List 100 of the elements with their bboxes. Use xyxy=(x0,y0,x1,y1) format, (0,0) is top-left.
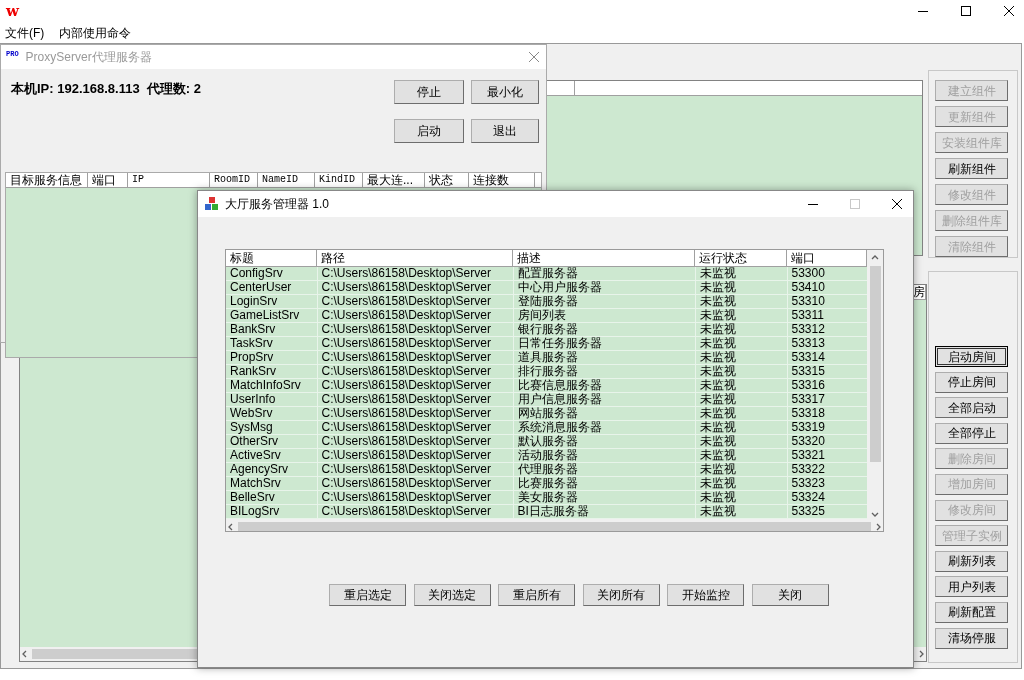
room-button[interactable]: 全部停止 xyxy=(935,422,1008,444)
table-cell: MatchInfoSrv xyxy=(226,378,317,393)
table-cell: 用户信息服务器 xyxy=(513,392,695,407)
close-icon[interactable] xyxy=(1003,5,1015,17)
cubes-icon xyxy=(205,197,219,211)
vertical-scrollbar[interactable] xyxy=(867,250,883,520)
table-cell: BILogSrv xyxy=(226,504,317,519)
room-button[interactable]: 刷新列表 xyxy=(935,550,1008,572)
table-cell: 未监视 xyxy=(695,504,787,519)
table-cell: 登陆服务器 xyxy=(513,294,695,309)
table-cell: 未监视 xyxy=(695,336,787,351)
table-cell: C:\Users\86158\Desktop\Server xyxy=(317,462,513,477)
column-header[interactable]: 状态 xyxy=(425,173,469,187)
table-cell: 未监视 xyxy=(695,308,787,323)
dialog-button[interactable]: 关闭所有 xyxy=(582,584,660,606)
table-cell: 未监视 xyxy=(695,267,787,281)
table-cell: C:\Users\86158\Desktop\Server xyxy=(317,350,513,365)
table-cell: 未监视 xyxy=(695,434,787,449)
table-cell: 活动服务器 xyxy=(513,448,695,463)
table-cell: C:\Users\86158\Desktop\Server xyxy=(317,364,513,379)
window-title: 大厅服务管理器 1.0 xyxy=(225,196,330,213)
table-cell: C:\Users\86158\Desktop\Server xyxy=(317,294,513,309)
table-cell: 配置服务器 xyxy=(513,267,695,281)
column-header[interactable]: 连接数 xyxy=(469,173,535,187)
table-cell: UserInfo xyxy=(226,392,317,407)
table-cell: CenterUser xyxy=(226,280,317,295)
table-cell: C:\Users\86158\Desktop\Server xyxy=(317,406,513,421)
dialog-button[interactable]: 关闭选定 xyxy=(413,584,491,606)
table-cell: 未监视 xyxy=(695,406,787,421)
table-cell: C:\Users\86158\Desktop\Server xyxy=(317,420,513,435)
table-cell: C:\Users\86158\Desktop\Server xyxy=(317,322,513,337)
table-cell: LoginSrv xyxy=(226,294,317,309)
table-cell: 未监视 xyxy=(695,476,787,491)
component-button: 建立组件 xyxy=(935,80,1008,101)
table-cell: 未监视 xyxy=(695,364,787,379)
room-button[interactable]: 全部启动 xyxy=(935,397,1008,419)
table-cell: 代理服务器 xyxy=(513,462,695,477)
column-header[interactable]: 目标服务信息 xyxy=(6,173,88,187)
room-button[interactable]: 停止房间 xyxy=(935,371,1008,393)
column-header[interactable]: IP xyxy=(128,173,210,187)
column-header[interactable]: 标题 xyxy=(226,250,317,266)
room-button: 删除房间 xyxy=(935,448,1008,470)
table-cell: SysMsg xyxy=(226,420,317,435)
table-cell: TaskSrv xyxy=(226,336,317,351)
proxy-button[interactable]: 最小化 xyxy=(471,80,539,104)
component-button[interactable]: 刷新组件 xyxy=(935,158,1008,179)
column-header[interactable]: 运行状态 xyxy=(695,250,787,266)
table-cell: C:\Users\86158\Desktop\Server xyxy=(317,308,513,323)
table-cell: BankSrv xyxy=(226,322,317,337)
table-cell: C:\Users\86158\Desktop\Server xyxy=(317,280,513,295)
proxy-button[interactable]: 停止 xyxy=(394,80,464,104)
room-button: 修改房间 xyxy=(935,499,1008,521)
close-icon[interactable] xyxy=(891,198,903,210)
table-cell: MatchSrv xyxy=(226,476,317,491)
table-cell: 未监视 xyxy=(695,462,787,477)
table-cell: C:\Users\86158\Desktop\Server xyxy=(317,392,513,407)
dialog-button[interactable]: 重启所有 xyxy=(498,584,575,606)
table-cell: 比赛信息服务器 xyxy=(513,378,695,393)
table-cell: 中心用户服务器 xyxy=(513,280,695,295)
table-cell: 网站服务器 xyxy=(513,406,695,421)
table-cell: BelleSrv xyxy=(226,490,317,505)
table-cell: 未监视 xyxy=(695,350,787,365)
column-header[interactable]: 最大连... xyxy=(363,173,425,187)
dialog-button[interactable]: 关闭 xyxy=(751,584,829,606)
dialog-button[interactable]: 重启选定 xyxy=(329,584,406,606)
table-cell: BI日志服务器 xyxy=(513,504,695,519)
table-cell: C:\Users\86158\Desktop\Server xyxy=(317,504,513,519)
component-button: 更新组件 xyxy=(935,106,1008,127)
room-button[interactable]: 用户列表 xyxy=(935,576,1008,598)
column-header[interactable]: 路径 xyxy=(317,250,513,266)
menu-item[interactable]: 内部使用命令 xyxy=(59,23,132,42)
component-button: 清除组件 xyxy=(935,236,1008,257)
proxy-button[interactable]: 启动 xyxy=(394,119,464,143)
room-button[interactable]: 启动房间 xyxy=(935,346,1008,367)
table-cell: WebSrv xyxy=(226,406,317,421)
column-header[interactable]: NameID xyxy=(258,173,315,187)
table-cell: ConfigSrv xyxy=(226,267,317,281)
table-cell: C:\Users\86158\Desktop\Server xyxy=(317,378,513,393)
proxy-button[interactable]: 退出 xyxy=(471,119,539,143)
table-cell: 未监视 xyxy=(695,392,787,407)
menu-item[interactable]: 文件(F) xyxy=(5,23,45,42)
column-header[interactable]: KindID xyxy=(315,173,363,187)
table-cell: 道具服务器 xyxy=(513,350,695,365)
table-cell: ActiveSrv xyxy=(226,448,317,463)
table-cell: 未监视 xyxy=(695,448,787,463)
horizontal-scrollbar[interactable] xyxy=(226,519,883,531)
component-button: 安装组件库 xyxy=(935,132,1008,153)
table-cell: 未监视 xyxy=(695,322,787,337)
table-cell: 未监视 xyxy=(695,280,787,295)
column-header[interactable]: 描述 xyxy=(513,250,695,266)
table-cell: 比赛服务器 xyxy=(513,476,695,491)
table-cell: 默认服务器 xyxy=(513,434,695,449)
dialog-button[interactable]: 开始监控 xyxy=(667,584,744,606)
room-button[interactable]: 刷新配置 xyxy=(935,601,1008,623)
column-header[interactable]: RoomID xyxy=(210,173,258,187)
room-button: 管理子实例 xyxy=(935,525,1008,547)
room-button[interactable]: 清场停服 xyxy=(935,627,1008,649)
column-header[interactable]: 端口 xyxy=(88,173,128,187)
component-button: 删除组件库 xyxy=(935,210,1008,231)
window-title: ProxyServer代理服务器 xyxy=(25,49,153,66)
